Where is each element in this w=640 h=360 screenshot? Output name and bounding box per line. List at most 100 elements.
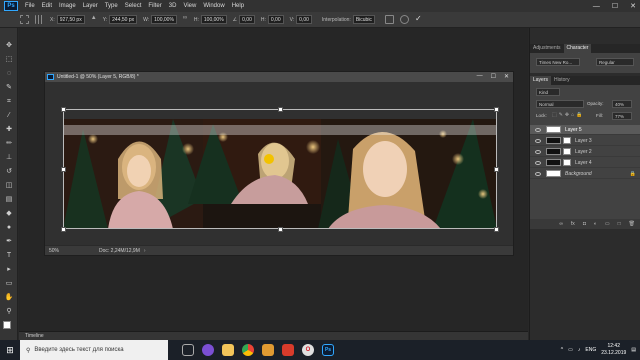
type-tool-icon[interactable]: T xyxy=(4,252,14,260)
x-field[interactable]: 927,50 px xyxy=(56,15,85,24)
close-button[interactable]: ✕ xyxy=(630,2,636,10)
pen-tool-icon[interactable]: ✒ xyxy=(4,238,14,246)
transform-bounding-box[interactable] xyxy=(63,109,497,229)
transform-handle-top[interactable] xyxy=(278,107,283,112)
gallery-icon[interactable] xyxy=(262,344,274,356)
tab-character[interactable]: Character xyxy=(563,44,592,53)
cancel-transform-icon[interactable] xyxy=(399,15,409,24)
h-field[interactable]: 100,00% xyxy=(200,15,227,24)
layer-row[interactable]: Layer 4 xyxy=(530,158,640,168)
doc-minimize-button[interactable]: — xyxy=(477,73,483,80)
language-indicator[interactable]: ENG xyxy=(585,347,596,353)
taskbar-search[interactable]: ⚲ Введите здесь текст для поиска xyxy=(20,340,168,360)
crop-tool-icon[interactable]: ⌗ xyxy=(4,98,14,106)
delete-layer-icon[interactable]: 🗑 xyxy=(629,221,635,227)
transform-handle-bl[interactable] xyxy=(61,227,66,232)
w-field[interactable]: 100,00% xyxy=(151,15,177,24)
commit-transform-icon[interactable]: ✓ xyxy=(415,15,424,24)
maximize-button[interactable]: ☐ xyxy=(612,2,618,10)
dodge-tool-icon[interactable]: ● xyxy=(4,224,14,232)
hand-tool-icon[interactable]: ✋ xyxy=(4,294,14,302)
menu-filter[interactable]: Filter xyxy=(148,3,161,9)
tab-adjustments[interactable]: Adjustments xyxy=(530,44,564,53)
task-view-icon[interactable] xyxy=(182,344,194,356)
menu-help[interactable]: Help xyxy=(232,3,244,9)
doc-close-button[interactable]: ✕ xyxy=(504,73,509,80)
visibility-eye-icon[interactable] xyxy=(535,127,541,132)
transform-handle-tr[interactable] xyxy=(494,107,499,112)
menu-file[interactable]: File xyxy=(25,3,35,9)
cortana-icon[interactable] xyxy=(202,344,214,356)
network-icon[interactable]: ▭ xyxy=(568,347,573,353)
status-arrow-icon[interactable]: › xyxy=(144,248,146,254)
file-explorer-icon[interactable] xyxy=(222,344,234,356)
font-family-select[interactable]: Times New Ro... xyxy=(536,58,580,66)
angle-field[interactable]: 0,00 xyxy=(239,15,255,24)
opera-icon[interactable]: O xyxy=(302,344,314,356)
minimize-button[interactable]: — xyxy=(593,3,600,10)
warp-icon[interactable] xyxy=(384,15,394,24)
brush-tool-icon[interactable]: ✏ xyxy=(4,140,14,148)
tray-expand-icon[interactable]: ^ xyxy=(561,347,563,353)
quick-select-icon[interactable]: ✎ xyxy=(4,84,14,92)
clone-stamp-icon[interactable]: ⊥ xyxy=(4,154,14,162)
delta-icon[interactable]: ▲ xyxy=(91,15,97,24)
y-field[interactable]: 244,50 px xyxy=(109,15,138,24)
add-mask-icon[interactable]: ◘ xyxy=(583,221,586,227)
opacity-field[interactable]: 40% xyxy=(612,100,632,108)
layer-row[interactable]: Layer 5 xyxy=(530,125,640,135)
menu-edit[interactable]: Edit xyxy=(42,3,52,9)
document-title-bar[interactable]: Untitled-1 @ 50% (Layer 5, RGB/8) * xyxy=(45,72,513,82)
lasso-tool-icon[interactable]: ◌ xyxy=(4,70,14,78)
fill-field[interactable]: 77% xyxy=(612,112,632,120)
notifications-icon[interactable]: ▤ xyxy=(631,347,636,353)
path-select-icon[interactable]: ▸ xyxy=(4,266,14,274)
visibility-eye-icon[interactable] xyxy=(535,149,541,154)
doc-maximize-button[interactable]: ☐ xyxy=(491,73,496,80)
foreground-color-swatch[interactable] xyxy=(3,321,11,329)
hskew-field[interactable]: 0,00 xyxy=(267,15,284,24)
transform-handle-tl[interactable] xyxy=(61,107,66,112)
transform-handle-left[interactable] xyxy=(61,167,66,172)
transform-handle-right[interactable] xyxy=(494,167,499,172)
transform-handle-bottom[interactable] xyxy=(278,227,283,232)
visibility-eye-icon[interactable] xyxy=(535,171,541,176)
layer-row[interactable]: Layer 2 xyxy=(530,147,640,157)
menu-view[interactable]: View xyxy=(183,3,196,9)
transform-tool-icon[interactable] xyxy=(20,15,29,24)
marquee-tool-icon[interactable]: ⬚ xyxy=(4,56,14,64)
windows-start-icon[interactable]: ⊞ xyxy=(0,340,20,360)
reference-point-icon[interactable] xyxy=(35,15,44,24)
eraser-tool-icon[interactable]: ◫ xyxy=(4,182,14,190)
link-icon[interactable]: ∞ xyxy=(183,15,188,24)
layer-row[interactable]: Layer 3 xyxy=(530,136,640,146)
history-brush-icon[interactable]: ↺ xyxy=(4,168,14,176)
adjustment-layer-icon[interactable]: ◐ xyxy=(594,221,597,227)
layer-filter-kind[interactable]: Kind xyxy=(536,88,560,96)
chrome-icon[interactable] xyxy=(242,344,254,356)
photoshop-taskbar-icon[interactable]: Ps xyxy=(322,344,334,356)
tab-layers[interactable]: Layers xyxy=(530,76,552,85)
lock-icons[interactable]: ⬚✎✥⌂🔒 xyxy=(552,112,584,118)
new-group-icon[interactable]: ▭ xyxy=(605,221,610,227)
menu-layer[interactable]: Layer xyxy=(83,3,98,9)
shape-tool-icon[interactable]: ▭ xyxy=(4,280,14,288)
zoom-level[interactable]: 50% xyxy=(49,248,59,254)
move-tool-icon[interactable]: ✥ xyxy=(4,42,14,50)
canvas-area[interactable] xyxy=(45,82,513,245)
tab-history[interactable]: History xyxy=(551,76,573,85)
zoom-tool-icon[interactable]: ⚲ xyxy=(4,308,14,316)
menu-type[interactable]: Type xyxy=(105,3,118,9)
vskew-field[interactable]: 0,00 xyxy=(296,15,312,24)
healing-brush-icon[interactable]: ✚ xyxy=(4,126,14,134)
timeline-panel[interactable]: Timeline xyxy=(19,331,528,340)
transform-handle-br[interactable] xyxy=(494,227,499,232)
pdf-reader-icon[interactable] xyxy=(282,344,294,356)
visibility-eye-icon[interactable] xyxy=(535,160,541,165)
fx-icon[interactable]: fx xyxy=(571,221,575,227)
doc-size-info[interactable]: Doc: 2,24M/12,9M xyxy=(99,248,140,254)
eyedropper-icon[interactable]: ⁄ xyxy=(4,112,14,120)
gradient-tool-icon[interactable]: ▤ xyxy=(4,196,14,204)
font-style-select[interactable]: Regular xyxy=(596,58,634,66)
blur-tool-icon[interactable]: ◆ xyxy=(4,210,14,218)
